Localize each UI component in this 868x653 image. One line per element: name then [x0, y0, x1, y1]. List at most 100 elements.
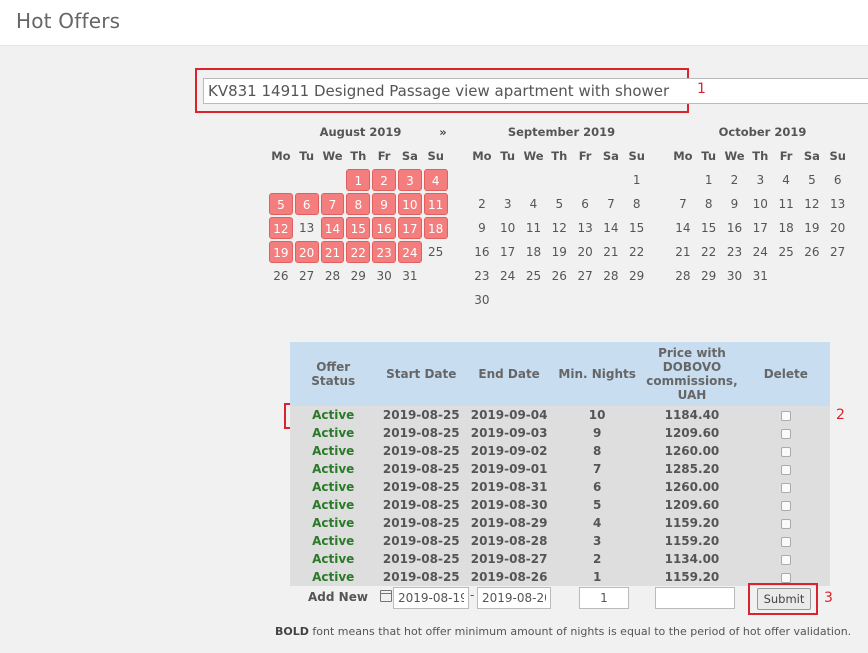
calendar-day-hot[interactable]: 8	[346, 193, 371, 215]
calendar-day-hot[interactable]: 22	[346, 241, 371, 263]
calendar-day[interactable]: 16	[469, 240, 495, 264]
calendar-day[interactable]: 22	[696, 240, 722, 264]
calendar-day[interactable]: 9	[722, 192, 748, 216]
calendar-day-hot[interactable]: 6	[294, 193, 319, 215]
calendar-day[interactable]: 4	[521, 192, 547, 216]
delete-checkbox[interactable]	[780, 536, 791, 547]
calendar-day-hot[interactable]: 11	[423, 193, 448, 215]
calendar-day[interactable]: 2	[722, 168, 748, 192]
calendar-day[interactable]: 19	[546, 240, 572, 264]
calendar-day[interactable]: 23	[722, 240, 748, 264]
calendar-day[interactable]: 4	[773, 168, 799, 192]
calendar-day[interactable]: 13	[294, 216, 320, 240]
calendar-day[interactable]: 29	[345, 264, 371, 288]
calendar-day-hot[interactable]: 3	[397, 169, 422, 191]
next-month-button[interactable]: »	[433, 124, 453, 140]
calendar-day[interactable]: 29	[624, 264, 650, 288]
calendar-day[interactable]: 27	[825, 240, 851, 264]
calendar-day[interactable]: 26	[268, 264, 294, 288]
calendar-day[interactable]: 6	[825, 168, 851, 192]
calendar-day[interactable]: 8	[696, 192, 722, 216]
calendar-day[interactable]: 25	[773, 240, 799, 264]
calendar-day-hot[interactable]: 18	[423, 217, 448, 239]
calendar-day[interactable]: 23	[469, 264, 495, 288]
calendar-day[interactable]: 9	[469, 216, 495, 240]
calendar-day-hot[interactable]: 24	[397, 241, 422, 263]
calendar-day-hot[interactable]: 16	[372, 217, 396, 239]
delete-checkbox[interactable]	[780, 410, 791, 421]
calendar-day[interactable]: 10	[495, 216, 521, 240]
calendar-day[interactable]: 26	[799, 240, 825, 264]
calendar-day-hot[interactable]: 19	[269, 241, 293, 263]
calendar-day-hot[interactable]: 17	[397, 217, 422, 239]
calendar-day[interactable]: 6	[572, 192, 598, 216]
calendar-day-hot[interactable]: 7	[320, 193, 345, 215]
calendar-day[interactable]: 30	[371, 264, 397, 288]
calendar-day[interactable]: 28	[320, 264, 346, 288]
calendar-day-hot[interactable]: 20	[294, 241, 319, 263]
delete-checkbox[interactable]	[780, 572, 791, 583]
delete-checkbox[interactable]	[780, 482, 791, 493]
calendar-day[interactable]: 11	[521, 216, 547, 240]
calendar-day[interactable]: 1	[624, 168, 650, 192]
calendar-day[interactable]: 31	[747, 264, 773, 288]
calendar-day-hot[interactable]: 15	[346, 217, 371, 239]
calendar-day[interactable]: 19	[799, 216, 825, 240]
delete-checkbox[interactable]	[780, 518, 791, 529]
calendar-day-hot[interactable]: 2	[372, 169, 396, 191]
calendar-day[interactable]: 27	[294, 264, 320, 288]
calendar-day[interactable]: 22	[624, 240, 650, 264]
calendar-day[interactable]: 7	[598, 192, 624, 216]
calendar-day-hot[interactable]: 10	[397, 193, 422, 215]
calendar-day[interactable]: 18	[773, 216, 799, 240]
delete-checkbox[interactable]	[780, 554, 791, 565]
calendar-day[interactable]: 12	[799, 192, 825, 216]
calendar-day[interactable]: 14	[670, 216, 696, 240]
calendar-day[interactable]: 14	[598, 216, 624, 240]
calendar-day[interactable]: 20	[572, 240, 598, 264]
calendar-day[interactable]: 26	[546, 264, 572, 288]
calendar-day[interactable]: 30	[469, 288, 495, 312]
calendar-day[interactable]: 13	[572, 216, 598, 240]
calendar-day[interactable]: 25	[521, 264, 547, 288]
calendar-day[interactable]: 18	[521, 240, 547, 264]
calendar-day[interactable]: 2	[469, 192, 495, 216]
delete-checkbox[interactable]	[780, 464, 791, 475]
calendar-day[interactable]: 15	[624, 216, 650, 240]
min-nights-input[interactable]	[579, 587, 629, 609]
calendar-day[interactable]: 17	[747, 216, 773, 240]
calendar-day-hot[interactable]: 21	[320, 241, 345, 263]
calendar-day-hot[interactable]: 14	[320, 217, 345, 239]
calendar-day[interactable]: 5	[546, 192, 572, 216]
calendar-day[interactable]: 27	[572, 264, 598, 288]
calendar-day[interactable]: 20	[825, 216, 851, 240]
calendar-day[interactable]: 3	[495, 192, 521, 216]
calendar-day-hot[interactable]: 9	[372, 193, 396, 215]
calendar-day-hot[interactable]: 1	[346, 169, 371, 191]
calendar-day[interactable]: 31	[397, 264, 423, 288]
calendar-day[interactable]: 8	[624, 192, 650, 216]
calendar-day[interactable]: 1	[696, 168, 722, 192]
calendar-day[interactable]: 29	[696, 264, 722, 288]
calendar-day[interactable]: 30	[722, 264, 748, 288]
start-date-input[interactable]	[393, 587, 469, 609]
calendar-day[interactable]: 17	[495, 240, 521, 264]
calendar-day[interactable]: 12	[546, 216, 572, 240]
calendar-day[interactable]: 5	[799, 168, 825, 192]
calendar-icon[interactable]	[380, 590, 392, 602]
calendar-day[interactable]: 24	[495, 264, 521, 288]
calendar-day[interactable]: 16	[722, 216, 748, 240]
delete-checkbox[interactable]	[780, 446, 791, 457]
calendar-day[interactable]: 3	[747, 168, 773, 192]
calendar-day-hot[interactable]: 12	[269, 217, 293, 239]
calendar-day[interactable]: 21	[598, 240, 624, 264]
calendar-day[interactable]: 28	[598, 264, 624, 288]
calendar-day[interactable]: 13	[825, 192, 851, 216]
calendar-day[interactable]: 25	[423, 240, 449, 264]
calendar-day[interactable]: 21	[670, 240, 696, 264]
price-input[interactable]	[655, 587, 735, 609]
calendar-day-hot[interactable]: 5	[269, 193, 293, 215]
calendar-day[interactable]: 24	[747, 240, 773, 264]
end-date-input[interactable]	[477, 587, 551, 609]
calendar-day-hot[interactable]: 4	[423, 169, 448, 191]
